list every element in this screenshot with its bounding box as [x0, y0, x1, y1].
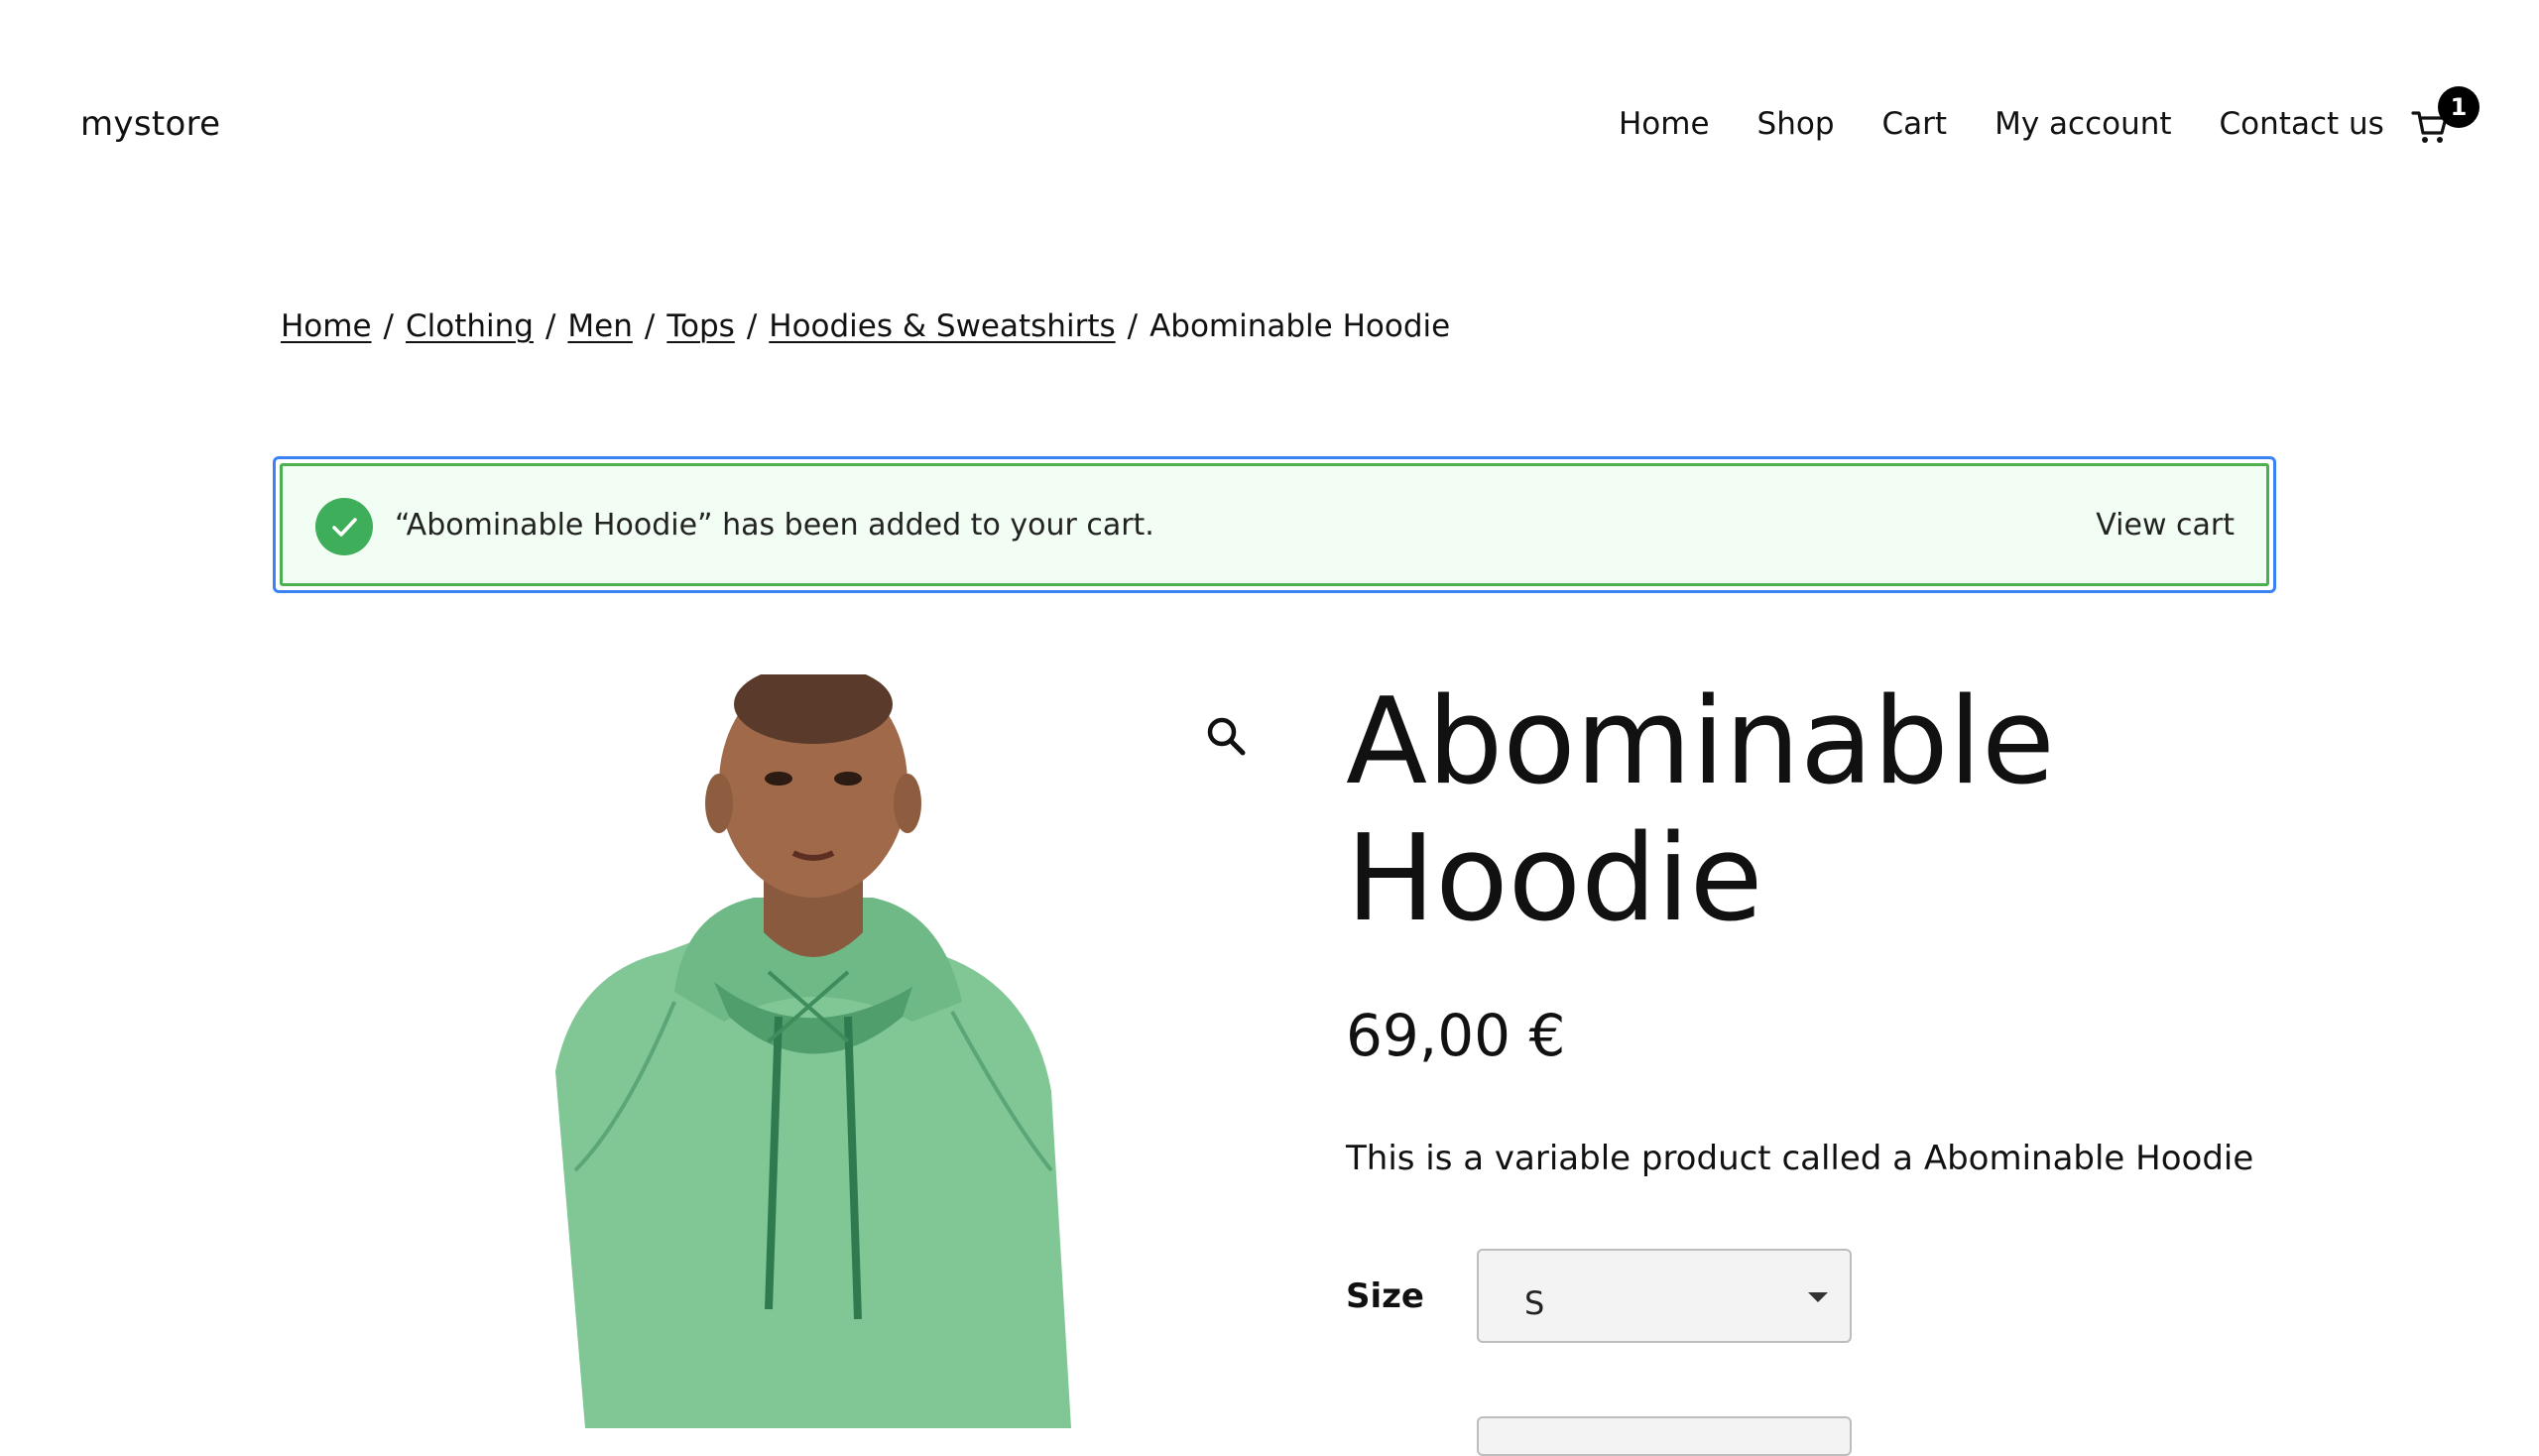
- size-select[interactable]: S: [1477, 1249, 1852, 1343]
- nav-my-account[interactable]: My account: [1995, 106, 2171, 142]
- breadcrumb-men[interactable]: Men: [567, 308, 632, 344]
- product-description: This is a variable product called a Abom…: [1346, 1139, 2254, 1178]
- magnifier-icon[interactable]: [1202, 712, 1250, 760]
- nav-shop[interactable]: Shop: [1757, 106, 1835, 142]
- site-title[interactable]: mystore: [80, 104, 220, 144]
- variation-select[interactable]: [1477, 1416, 1852, 1456]
- breadcrumb-current: Abominable Hoodie: [1149, 308, 1451, 344]
- product-price: 69,00 €: [1346, 1002, 1566, 1069]
- notice-message: “Abominable Hoodie” has been added to yo…: [395, 508, 1154, 543]
- chevron-down-icon: [1808, 1292, 1828, 1302]
- breadcrumb-tops[interactable]: Tops: [666, 308, 734, 344]
- breadcrumb: Home / Clothing / Men / Tops / Hoodies & Sweatsh…: [281, 308, 1451, 344]
- product-title: Abominable Hoodie: [1346, 673, 2055, 948]
- cart-notice: “Abominable Hoodie” has been added to yo…: [280, 463, 2269, 586]
- nav-contact[interactable]: Contact us: [2220, 106, 2384, 142]
- primary-nav: Home Shop Cart My account Contact us: [1619, 106, 2432, 142]
- breadcrumb-clothing[interactable]: Clothing: [406, 308, 534, 344]
- nav-home[interactable]: Home: [1619, 106, 1710, 142]
- mini-cart-button[interactable]: 1: [2406, 86, 2479, 165]
- product-image[interactable]: [516, 674, 1270, 1428]
- size-select-value: S: [1524, 1284, 1545, 1322]
- breadcrumb-hoodies[interactable]: Hoodies & Sweatshirts: [769, 308, 1115, 344]
- cart-count-badge: 1: [2438, 86, 2479, 128]
- check-circle-icon: [315, 498, 373, 555]
- view-cart-link[interactable]: View cart: [2096, 508, 2235, 543]
- nav-cart[interactable]: Cart: [1882, 106, 1948, 142]
- site-header: mystore Home Shop Cart My account Contac…: [0, 0, 2539, 258]
- hoodie-model-image: [555, 674, 1071, 1428]
- breadcrumb-home[interactable]: Home: [281, 308, 372, 344]
- size-label: Size: [1346, 1276, 1424, 1316]
